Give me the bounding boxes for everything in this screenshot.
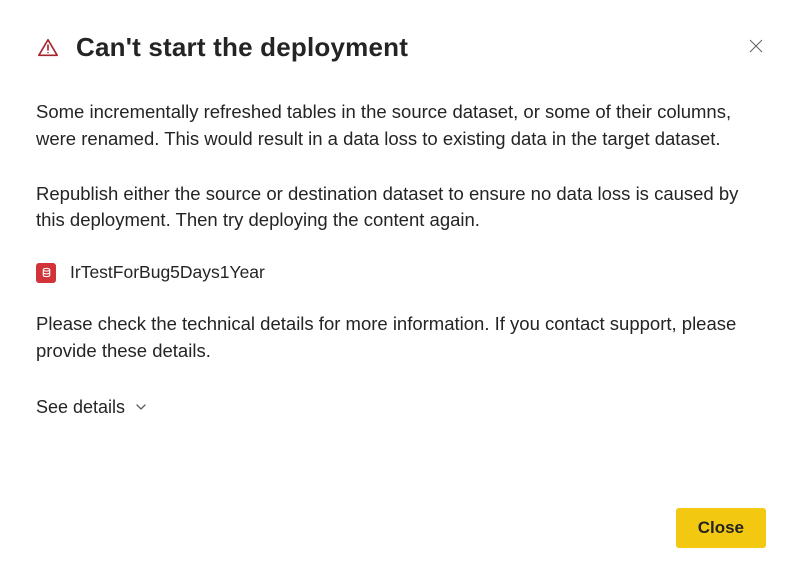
dataset-row: IrTestForBug5Days1Year [36,262,766,283]
see-details-toggle[interactable]: See details [36,397,766,418]
dialog-header: Can't start the deployment [36,32,766,63]
dialog-paragraph-1: Some incrementally refreshed tables in t… [36,99,766,153]
dataset-name: IrTestForBug5Days1Year [70,262,265,283]
dialog-footer: Close [36,496,766,548]
close-icon[interactable] [746,36,766,56]
dialog-paragraph-2: Republish either the source or destinati… [36,181,766,235]
close-button[interactable]: Close [676,508,766,548]
dialog-title: Can't start the deployment [76,32,408,63]
error-dialog: Can't start the deployment Some incremen… [0,0,806,580]
warning-icon [36,36,60,60]
dataset-icon [36,263,56,283]
see-details-label: See details [36,397,125,418]
chevron-down-icon [135,401,147,413]
dialog-paragraph-3: Please check the technical details for m… [36,311,766,365]
